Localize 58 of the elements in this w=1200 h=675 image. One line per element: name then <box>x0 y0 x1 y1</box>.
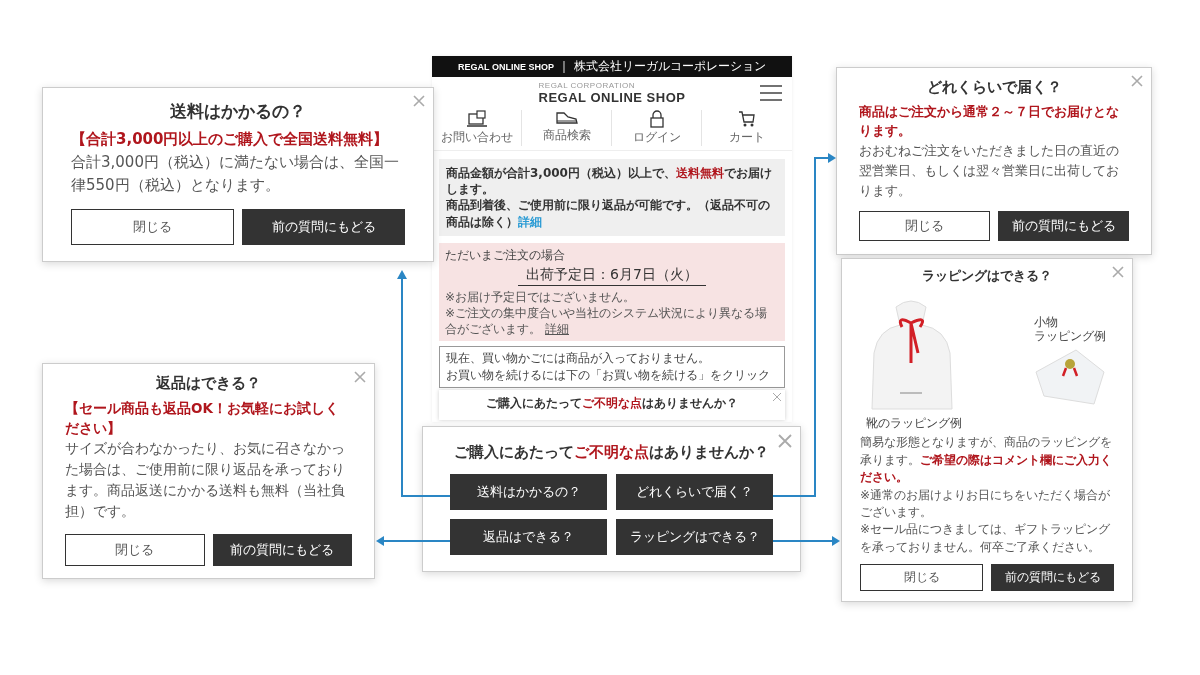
image-caption: 小物 ラッピング例 <box>1034 314 1106 344</box>
notice-text: 商品金額が合計3,000円（税込）以上で、送料無料でお届けします。 <box>446 165 773 198</box>
shop-name: REGAL ONLINE SHOP <box>458 61 554 72</box>
cart-icon <box>738 110 756 128</box>
dialog-title: 返品はできる？ <box>156 374 261 393</box>
connector-arrow <box>772 536 840 546</box>
close-icon[interactable] <box>354 371 366 383</box>
dialog-title: どれくらいで届く？ <box>926 78 1062 97</box>
dialog-button[interactable]: 前の質問にもどる <box>212 533 352 566</box>
menu-icon[interactable] <box>760 85 782 101</box>
dialog-button[interactable]: 閉じる <box>71 209 234 246</box>
note-text: ※通常のお届けよりお日にちをいただく場合がございます。 <box>860 486 1112 521</box>
nav-item[interactable]: 商品検索 <box>522 110 612 146</box>
shipping-note: ※ご注文の集中度合いや当社のシステム状況により異なる場合がございます。 詳細 <box>445 304 769 338</box>
shipping-date: 出荷予定日：6月7日（火） <box>518 265 706 286</box>
close-icon[interactable] <box>778 434 792 448</box>
question-button[interactable]: ラッピングはできる？ <box>616 519 773 555</box>
highlight-text: 商品はご注文から通常２～７日でお届けとなります。 <box>859 103 1120 140</box>
nav-item[interactable]: ログイン <box>612 110 702 146</box>
dialog-button[interactable]: 前の質問にもどる <box>991 564 1114 592</box>
answer-text: サイズが合わなかったり、お気に召さなかった場合は、ご使用前に限り返品を承っております。商品返送にかかる送料も無料（当社負担）です。 <box>65 439 346 521</box>
computer-icon <box>465 110 488 128</box>
highlight-text: 【合計3,000円以上のご購入で全国送料無料】 <box>71 129 390 150</box>
nav-item[interactable]: カート <box>702 110 792 146</box>
popup-title: ご購入にあたってご不明な点はありませんか？ <box>486 394 738 412</box>
answer-text: おおむねご注文をいただきました日の直近の翌営業日、もしくは翌々営業日に出荷しております。 <box>859 141 1120 200</box>
dialog-button[interactable]: 閉じる <box>860 564 983 592</box>
close-icon[interactable] <box>1131 75 1143 87</box>
shipping-note: ※お届け予定日ではございません。 <box>445 288 637 305</box>
question-button[interactable]: 送料はかかるの？ <box>450 474 607 510</box>
separator-text: ｜ <box>557 58 570 75</box>
highlight-text: 【セール商品も返品OK！お気軽にお試しください】 <box>65 399 340 438</box>
dialog-button[interactable]: 閉じる <box>65 533 205 566</box>
brand-logo[interactable]: REGAL ONLINE SHOP <box>538 90 686 105</box>
close-icon[interactable] <box>773 392 781 401</box>
question-button[interactable]: 返品はできる？ <box>450 519 607 555</box>
question-button[interactable]: どれくらいで届く？ <box>616 474 773 510</box>
shipping-label: ただいまご注文の場合 <box>445 246 566 264</box>
dialog-title: 送料はかかるの？ <box>170 100 306 123</box>
brand-subtitle: REGAL CORPORATION <box>538 81 636 90</box>
image-caption: 靴のラッピング例 <box>866 416 962 431</box>
note-text: ※セール品につきましては、ギフトラッピングを承っておりません。何卒ご了承ください。 <box>860 521 1112 556</box>
dialog-button[interactable]: 前の質問にもどる <box>998 211 1129 242</box>
answer-text: 簡易な形態となりますが、商品のラッピングを承ります。ご希望の際はコメント欄にご入力ください。 <box>860 434 1113 487</box>
company-name: 株式会社リーガルコーポレーション <box>573 58 766 75</box>
close-icon[interactable] <box>1112 266 1124 278</box>
shoe-icon <box>554 110 579 126</box>
lock-icon <box>648 110 665 128</box>
answer-text: 合計3,000円（税込）に満たない場合は、全国一律550円（税込）となります。 <box>71 151 400 196</box>
dialog-button[interactable]: 前の質問にもどる <box>242 209 405 246</box>
dialog-title: ラッピングはできる？ <box>922 267 1052 285</box>
cart-message: 現在、買い物かごには商品が入っておりません。 <box>446 350 711 368</box>
dialog-button[interactable]: 閉じる <box>859 211 990 242</box>
cart-message: お買い物を続けるには下の「お買い物を続ける」をクリック <box>446 367 771 384</box>
notice-text: 商品到着後、ご使用前に限り返品が可能です。（返品不可の商品は除く）詳細 <box>446 197 771 230</box>
details-link[interactable]: 詳細 <box>545 322 569 337</box>
dialog-title: ご購入にあたってご不明な点はありませんか？ <box>454 443 769 462</box>
close-icon[interactable] <box>413 95 425 107</box>
